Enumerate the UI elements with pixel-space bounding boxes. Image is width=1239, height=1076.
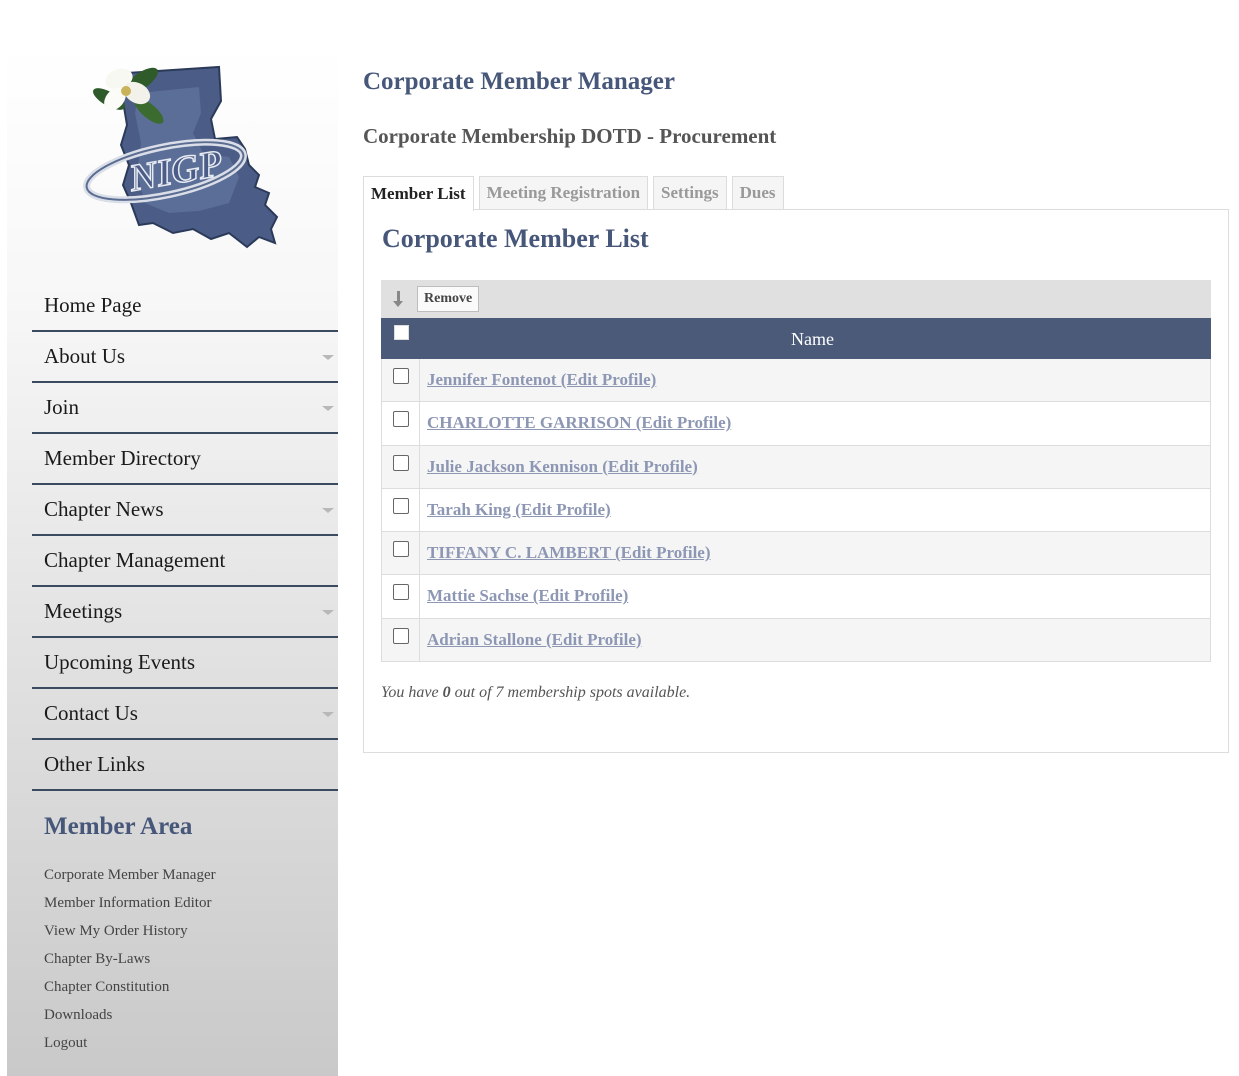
nav-item-label: Member Directory (44, 446, 201, 470)
note-prefix: You have (381, 684, 443, 701)
membership-spots-note: You have 0 out of 7 membership spots ava… (381, 684, 690, 702)
row-checkbox[interactable] (393, 454, 409, 471)
member-area-heading: Member Area (44, 813, 193, 840)
nigp-logo[interactable]: NIGP (79, 53, 279, 255)
tab-settings[interactable]: Settings (653, 176, 727, 209)
table-header: Name (381, 318, 1211, 359)
nav-item-chapter-management[interactable]: Chapter Management (32, 536, 338, 587)
member-area-links: Corporate Member Manager Member Informat… (44, 865, 216, 1061)
select-all-checkbox[interactable] (394, 325, 409, 340)
panel-title: Corporate Member List (382, 224, 649, 253)
table-row: Tarah King (Edit Profile) (382, 488, 1210, 533)
member-name-link[interactable]: Julie Jackson Kennison (Edit Profile) (420, 446, 698, 488)
row-checkbox[interactable] (393, 368, 409, 384)
member-grid: Remove Name Jennifer Fontenot (Edit Prof… (381, 280, 1211, 663)
member-link-corporate-member-manager[interactable]: Corporate Member Manager (44, 865, 216, 893)
page-title: Corporate Member Manager (363, 68, 675, 95)
row-checkbox[interactable] (393, 584, 409, 601)
member-name-link[interactable]: CHARLOTTE GARRISON (Edit Profile) (420, 402, 731, 444)
nav-item-contact-us[interactable]: Contact Us (32, 689, 338, 740)
spots-available-count: 0 (442, 684, 451, 701)
member-name-link[interactable]: Mattie Sachse (Edit Profile) (420, 575, 628, 617)
nav-item-member-directory[interactable]: Member Directory (32, 434, 338, 485)
nav-item-join[interactable]: Join (32, 383, 338, 434)
nav-item-upcoming-events[interactable]: Upcoming Events (32, 638, 338, 689)
nav-item-label: Chapter Management (44, 548, 226, 572)
row-checkbox[interactable] (393, 411, 409, 428)
chevron-down-icon (322, 405, 334, 411)
column-header-name[interactable]: Name (791, 329, 834, 350)
remove-button[interactable]: Remove (417, 286, 480, 312)
grid-toolbar: Remove (381, 280, 1211, 318)
member-link-member-information-editor[interactable]: Member Information Editor (44, 893, 216, 921)
nav-item-about-us[interactable]: About Us (32, 332, 338, 383)
nav-item-meetings[interactable]: Meetings (32, 587, 338, 638)
nav-item-label: Other Links (44, 752, 145, 776)
nav-item-home-page[interactable]: Home Page (32, 281, 338, 332)
row-checkbox[interactable] (393, 627, 409, 644)
tab-bar: Member List Meeting Registration Setting… (363, 176, 789, 211)
table-body: Jennifer Fontenot (Edit Profile) CHARLOT… (381, 359, 1211, 663)
member-link-chapter-bylaws[interactable]: Chapter By-Laws (44, 949, 216, 977)
table-row: Adrian Stallone (Edit Profile) (382, 618, 1210, 663)
member-name-link[interactable]: TIFFANY C. LAMBERT (Edit Profile) (420, 532, 711, 574)
member-name-link[interactable]: Jennifer Fontenot (Edit Profile) (420, 359, 656, 401)
tab-dues[interactable]: Dues (731, 176, 784, 209)
tab-member-list[interactable]: Member List (363, 176, 474, 211)
row-checkbox[interactable] (393, 497, 409, 514)
row-checkbox[interactable] (393, 541, 409, 558)
nav-item-other-links[interactable]: Other Links (32, 740, 338, 791)
member-list-panel: Corporate Member List Remove Name Jennif… (363, 209, 1229, 753)
note-suffix: out of 7 membership spots available. (450, 684, 691, 701)
main-nav: Home Page About Us Join Member Directory… (32, 281, 338, 791)
chevron-down-icon (322, 711, 334, 717)
louisiana-map-logo-icon: NIGP (83, 65, 279, 249)
chevron-down-icon (322, 609, 334, 615)
table-row: Jennifer Fontenot (Edit Profile) (382, 359, 1210, 403)
member-link-view-order-history[interactable]: View My Order History (44, 921, 216, 949)
table-row: Mattie Sachse (Edit Profile) (382, 575, 1210, 619)
table-row: TIFFANY C. LAMBERT (Edit Profile) (382, 532, 1210, 576)
chevron-down-icon (322, 354, 334, 360)
arrow-down-icon (391, 289, 407, 309)
nav-item-label: Meetings (44, 599, 123, 623)
tab-meeting-registration[interactable]: Meeting Registration (478, 176, 649, 209)
nav-item-label: Home Page (44, 293, 142, 317)
member-link-downloads[interactable]: Downloads (44, 1005, 216, 1033)
chevron-down-icon (322, 507, 334, 513)
page-subtitle: Corporate Membership DOTD - Procurement (363, 124, 777, 148)
nav-item-label: Upcoming Events (44, 650, 196, 674)
table-row: Julie Jackson Kennison (Edit Profile) (382, 445, 1210, 489)
member-link-logout[interactable]: Logout (44, 1033, 216, 1061)
member-name-link[interactable]: Tarah King (Edit Profile) (420, 489, 611, 531)
nav-item-label: Join (44, 395, 80, 419)
member-name-link[interactable]: Adrian Stallone (Edit Profile) (420, 619, 642, 661)
nav-item-label: About Us (44, 344, 126, 368)
table-row: CHARLOTTE GARRISON (Edit Profile) (382, 402, 1210, 446)
nav-item-label: Contact Us (44, 701, 138, 725)
member-link-chapter-constitution[interactable]: Chapter Constitution (44, 977, 216, 1005)
nav-item-chapter-news[interactable]: Chapter News (32, 485, 338, 536)
sidebar: NIGP Home Page About Us Join Member Dire… (7, 45, 338, 1076)
nav-item-label: Chapter News (44, 497, 164, 521)
